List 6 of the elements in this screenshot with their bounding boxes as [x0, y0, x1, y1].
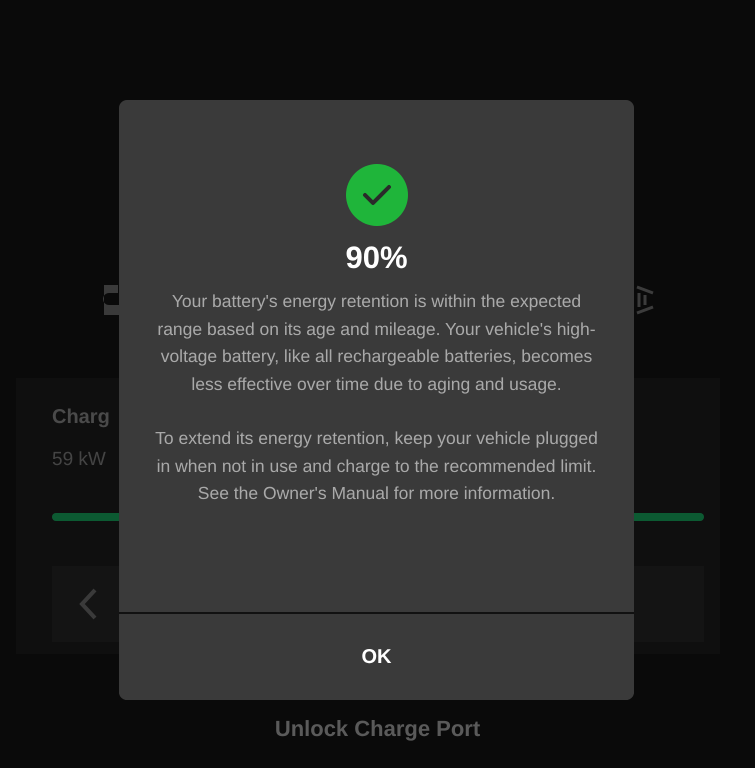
chevron-left-icon[interactable] — [78, 588, 98, 620]
percentage-value: 90% — [345, 240, 408, 276]
charge-title: Charg — [52, 406, 110, 429]
message-text: To extend its energy retention, keep your vehicle plugged in when not in use and charge to the recommended limit. See the Owner's Manual for more information. — [154, 427, 599, 505]
message-text: Your battery's energy retention is within the expected range based on its age and mileage. Your vehicle's high-voltage battery, like all rechargeable batteries, becomes less effective over time due to aging and usage. — [156, 290, 597, 396]
check-icon — [346, 164, 408, 226]
